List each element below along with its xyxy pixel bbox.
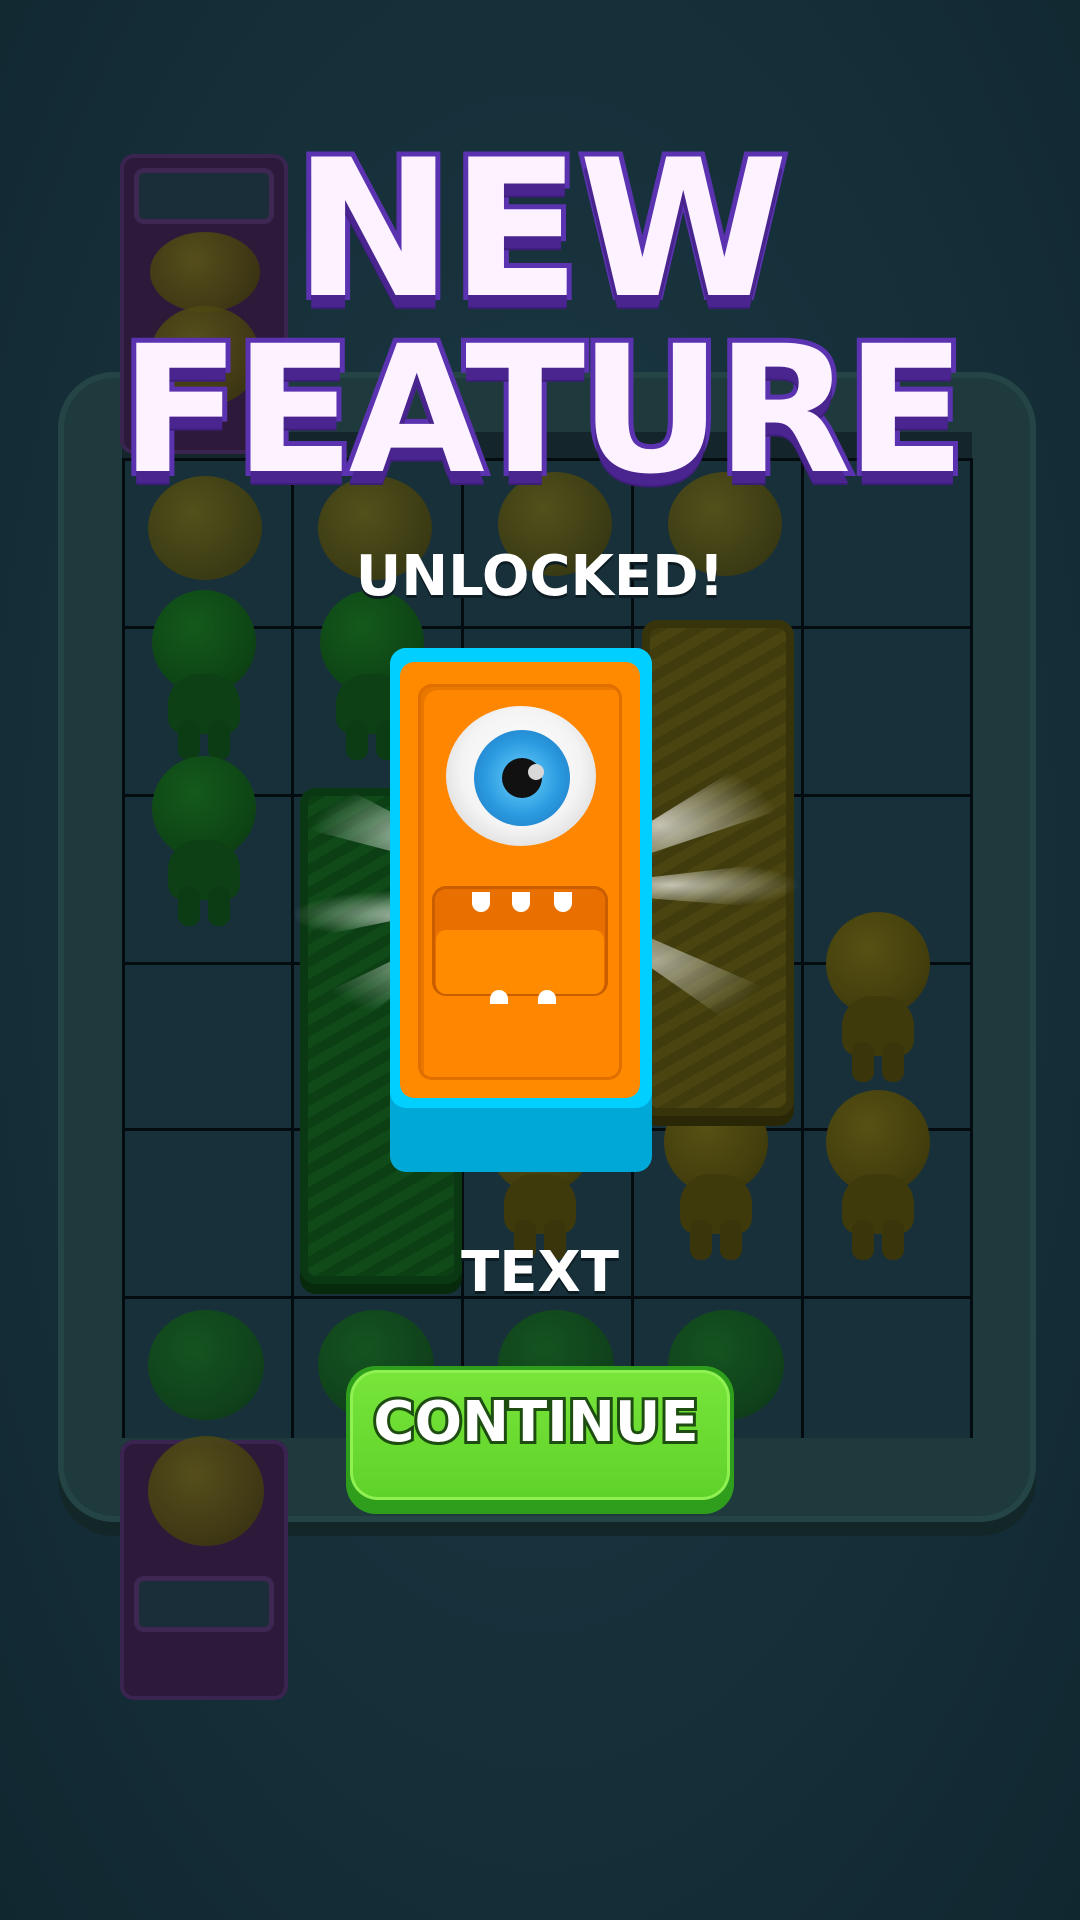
yarn-doll[interactable] — [144, 756, 264, 926]
title-new: NEW — [289, 119, 793, 340]
dock-slot — [134, 1576, 274, 1632]
monster-block-icon — [390, 648, 652, 1172]
yarn-doll[interactable] — [818, 912, 938, 1082]
yarn-ball[interactable] — [148, 1436, 264, 1546]
continue-button[interactable]: CONTINUE — [346, 1366, 734, 1514]
game-screen: NEW FEATURE UNLOCKED! TEXT CONTINUE — [0, 0, 1080, 1920]
yarn-doll[interactable] — [144, 590, 264, 760]
feature-description: TEXT — [461, 1240, 619, 1305]
continue-button-label: CONTINUE — [370, 1387, 701, 1458]
yarn-ball[interactable] — [148, 1310, 264, 1420]
subtitle-unlocked: UNLOCKED! — [355, 544, 725, 609]
yarn-doll[interactable] — [818, 1090, 938, 1260]
title-feature: FEATURE — [115, 308, 971, 513]
yellow-yarn-block[interactable] — [642, 620, 794, 1116]
